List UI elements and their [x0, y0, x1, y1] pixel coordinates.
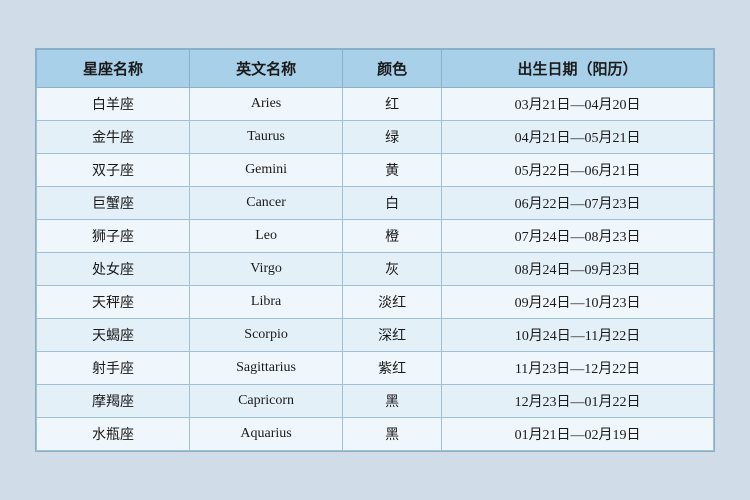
cell-color: 紫红: [343, 352, 442, 385]
cell-chinese-name: 处女座: [37, 253, 190, 286]
cell-english-name: Scorpio: [190, 319, 343, 352]
cell-dates: 04月21日—05月21日: [442, 121, 714, 154]
cell-chinese-name: 天蝎座: [37, 319, 190, 352]
header-color: 颜色: [343, 50, 442, 88]
table-row: 狮子座Leo橙07月24日—08月23日: [37, 220, 714, 253]
cell-color: 绿: [343, 121, 442, 154]
table-header-row: 星座名称 英文名称 颜色 出生日期（阳历）: [37, 50, 714, 88]
cell-dates: 09月24日—10月23日: [442, 286, 714, 319]
cell-english-name: Gemini: [190, 154, 343, 187]
cell-english-name: Taurus: [190, 121, 343, 154]
cell-chinese-name: 摩羯座: [37, 385, 190, 418]
cell-english-name: Capricorn: [190, 385, 343, 418]
table-row: 处女座Virgo灰08月24日—09月23日: [37, 253, 714, 286]
cell-chinese-name: 天秤座: [37, 286, 190, 319]
cell-dates: 01月21日—02月19日: [442, 418, 714, 451]
cell-color: 白: [343, 187, 442, 220]
cell-english-name: Virgo: [190, 253, 343, 286]
header-chinese-name: 星座名称: [37, 50, 190, 88]
cell-english-name: Aquarius: [190, 418, 343, 451]
cell-chinese-name: 射手座: [37, 352, 190, 385]
table-row: 天秤座Libra淡红09月24日—10月23日: [37, 286, 714, 319]
table-body: 白羊座Aries红03月21日—04月20日金牛座Taurus绿04月21日—0…: [37, 88, 714, 451]
cell-english-name: Sagittarius: [190, 352, 343, 385]
cell-chinese-name: 巨蟹座: [37, 187, 190, 220]
table-row: 双子座Gemini黄05月22日—06月21日: [37, 154, 714, 187]
table-row: 金牛座Taurus绿04月21日—05月21日: [37, 121, 714, 154]
cell-english-name: Libra: [190, 286, 343, 319]
table-row: 摩羯座Capricorn黑12月23日—01月22日: [37, 385, 714, 418]
cell-english-name: Leo: [190, 220, 343, 253]
cell-color: 深红: [343, 319, 442, 352]
cell-dates: 11月23日—12月22日: [442, 352, 714, 385]
cell-color: 淡红: [343, 286, 442, 319]
cell-chinese-name: 双子座: [37, 154, 190, 187]
cell-dates: 12月23日—01月22日: [442, 385, 714, 418]
header-dates: 出生日期（阳历）: [442, 50, 714, 88]
cell-color: 红: [343, 88, 442, 121]
zodiac-table: 星座名称 英文名称 颜色 出生日期（阳历） 白羊座Aries红03月21日—04…: [36, 49, 714, 451]
cell-english-name: Cancer: [190, 187, 343, 220]
cell-english-name: Aries: [190, 88, 343, 121]
table-row: 巨蟹座Cancer白06月22日—07月23日: [37, 187, 714, 220]
cell-chinese-name: 白羊座: [37, 88, 190, 121]
cell-chinese-name: 水瓶座: [37, 418, 190, 451]
cell-dates: 07月24日—08月23日: [442, 220, 714, 253]
cell-color: 黑: [343, 418, 442, 451]
table-row: 白羊座Aries红03月21日—04月20日: [37, 88, 714, 121]
cell-dates: 03月21日—04月20日: [442, 88, 714, 121]
cell-chinese-name: 狮子座: [37, 220, 190, 253]
table-row: 天蝎座Scorpio深红10月24日—11月22日: [37, 319, 714, 352]
cell-dates: 08月24日—09月23日: [442, 253, 714, 286]
cell-color: 黄: [343, 154, 442, 187]
cell-color: 灰: [343, 253, 442, 286]
header-english-name: 英文名称: [190, 50, 343, 88]
zodiac-table-container: 星座名称 英文名称 颜色 出生日期（阳历） 白羊座Aries红03月21日—04…: [35, 48, 715, 452]
cell-dates: 06月22日—07月23日: [442, 187, 714, 220]
table-row: 水瓶座Aquarius黑01月21日—02月19日: [37, 418, 714, 451]
cell-chinese-name: 金牛座: [37, 121, 190, 154]
cell-color: 橙: [343, 220, 442, 253]
cell-dates: 05月22日—06月21日: [442, 154, 714, 187]
cell-color: 黑: [343, 385, 442, 418]
table-row: 射手座Sagittarius紫红11月23日—12月22日: [37, 352, 714, 385]
cell-dates: 10月24日—11月22日: [442, 319, 714, 352]
